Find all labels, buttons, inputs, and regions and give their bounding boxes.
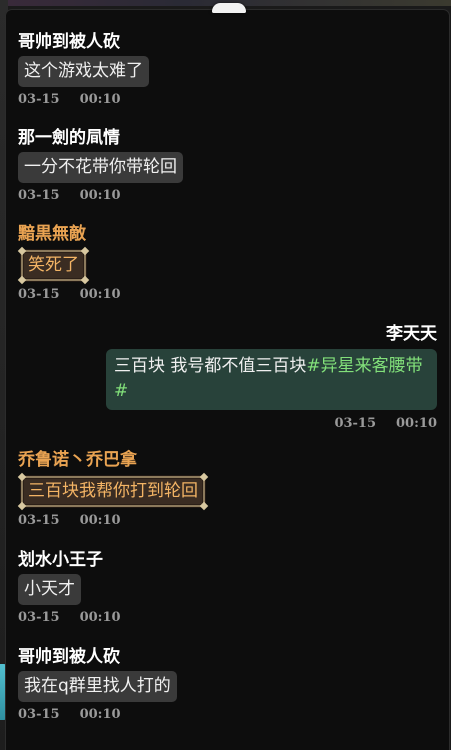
message-timestamp: 03-15 00:10 <box>18 707 121 722</box>
message-bubble[interactable]: 小天才 <box>18 574 81 605</box>
message-timestamp: 03-15 00:10 <box>334 416 437 431</box>
chat-message: 乔鲁诺丶乔巴拿 三百块我帮你打到轮回 03-15 00:10 <box>17 450 209 528</box>
chat-message: 黯黒無敵 笑死了 03-15 00:10 <box>17 224 121 302</box>
message-sender[interactable]: 李天天 <box>106 324 437 344</box>
chat-message: 哥帅到被人砍 我在q群里找人打的 03-15 00:10 <box>18 647 177 722</box>
chat-message: 那一劍的凬情 一分不花带你带轮回 03-15 00:10 <box>18 128 183 203</box>
message-timestamp: 03-15 00:10 <box>18 610 121 625</box>
message-bubble[interactable]: 一分不花带你带轮回 <box>18 152 183 183</box>
message-bubble-framed[interactable]: 三百块我帮你打到轮回 <box>17 476 209 511</box>
message-sender[interactable]: 划水小王子 <box>18 550 121 570</box>
chat-message: 划水小王子 小天才 03-15 00:10 <box>18 550 121 625</box>
message-timestamp: 03-15 00:10 <box>18 188 121 203</box>
message-sender[interactable]: 哥帅到被人砍 <box>18 32 149 52</box>
message-bubble[interactable]: 这个游戏太难了 <box>18 56 149 87</box>
message-bubble-self[interactable]: 三百块 我号都不值三百块#异星来客腰带# <box>106 349 437 410</box>
message-sender[interactable]: 黯黒無敵 <box>18 224 121 244</box>
message-bubble-framed[interactable]: 笑死了 <box>17 250 90 285</box>
chat-panel[interactable]: 哥帅到被人砍 这个游戏太难了 03-15 00:10 那一劍的凬情 一分不花带你带… <box>6 10 449 750</box>
message-timestamp: 03-15 00:10 <box>18 513 121 528</box>
message-timestamp: 03-15 00:10 <box>18 92 121 107</box>
message-sender[interactable]: 乔鲁诺丶乔巴拿 <box>18 450 205 470</box>
panel-collapse-handle[interactable] <box>212 3 246 13</box>
hashtag-link[interactable]: #异星来客 <box>306 356 388 376</box>
chat-message: 哥帅到被人砍 这个游戏太难了 03-15 00:10 <box>18 32 149 107</box>
message-sender[interactable]: 哥帅到被人砍 <box>18 647 177 667</box>
message-bubble[interactable]: 我在q群里找人打的 <box>18 671 177 702</box>
message-timestamp: 03-15 00:10 <box>18 287 121 302</box>
chat-message-self: 李天天 三百块 我号都不值三百块#异星来客腰带# 03-15 00:10 <box>106 324 437 431</box>
message-sender[interactable]: 那一劍的凬情 <box>18 128 183 148</box>
